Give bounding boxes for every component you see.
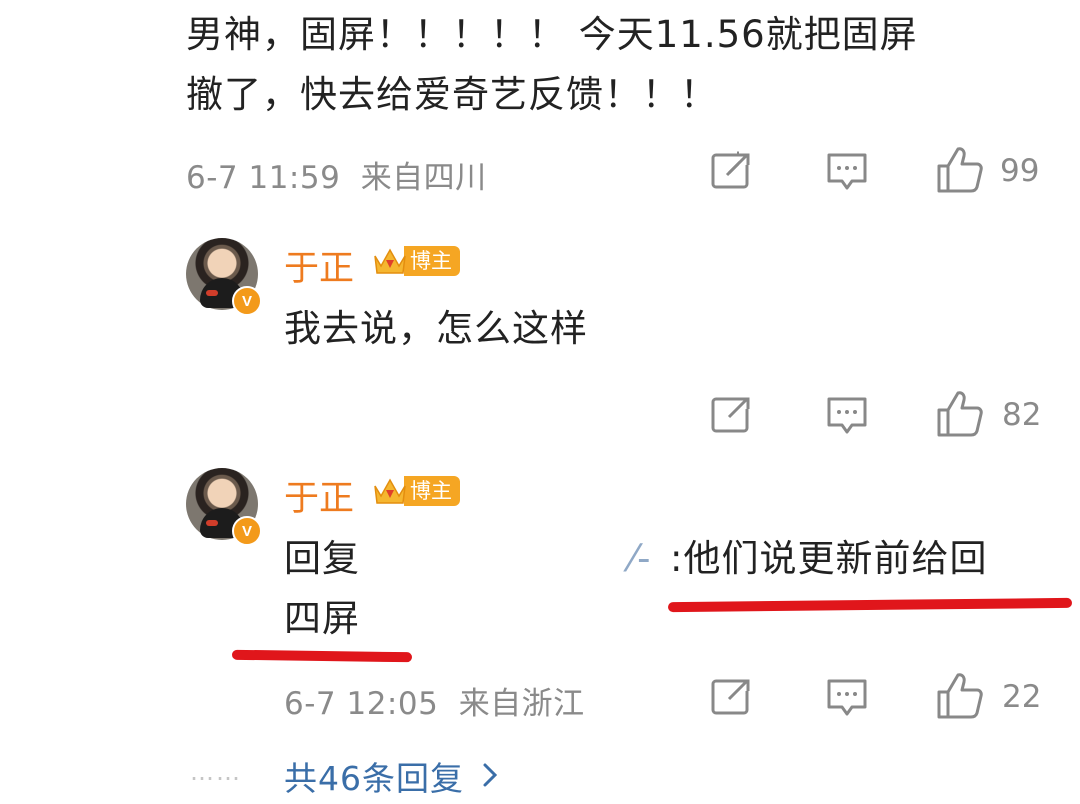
like-count: 22 bbox=[1002, 679, 1042, 715]
chevron-right-icon bbox=[482, 757, 498, 796]
comment-text-line: 男神，固屏！！！！！ 今天11.56就把固屏 bbox=[186, 13, 918, 56]
reply-text-line2: 四屏 bbox=[284, 597, 360, 640]
comment-icon[interactable] bbox=[826, 396, 868, 436]
comment-icon[interactable] bbox=[826, 678, 868, 718]
red-underline bbox=[231, 649, 413, 663]
share-icon[interactable] bbox=[711, 395, 753, 435]
like-icon[interactable] bbox=[936, 390, 984, 438]
blogger-badge-label: 博主 bbox=[404, 246, 460, 276]
blogger-badge: 博主 bbox=[372, 474, 460, 508]
author-name[interactable]: 于正 bbox=[284, 470, 354, 521]
comment-text-line: 撤了，快去给爱奇艺反馈！！！ bbox=[186, 73, 718, 116]
comment-meta: 6-7 12:05 来自浙江 bbox=[284, 678, 585, 723]
avatar[interactable]: V bbox=[186, 468, 262, 546]
reply-text: :他们说更新前给回 bbox=[670, 537, 988, 580]
crown-icon bbox=[372, 246, 408, 276]
like-icon[interactable] bbox=[936, 672, 984, 720]
author-name[interactable]: 于正 bbox=[284, 240, 354, 291]
comment-text: 我去说，怎么这样 bbox=[284, 307, 588, 350]
comment-time: 6-7 11:59 bbox=[186, 160, 341, 196]
share-icon[interactable] bbox=[711, 677, 753, 717]
crown-icon bbox=[372, 476, 408, 506]
share-icon[interactable] bbox=[711, 151, 753, 191]
blogger-badge-label: 博主 bbox=[404, 476, 460, 506]
comment-location: 来自浙江 bbox=[458, 686, 585, 722]
red-underline bbox=[667, 597, 1073, 613]
like-count: 99 bbox=[1000, 153, 1040, 189]
verified-badge: V bbox=[232, 516, 262, 546]
comment-location: 来自四川 bbox=[360, 160, 487, 196]
avatar[interactable]: V bbox=[186, 238, 262, 316]
view-more-replies-link[interactable]: 共46条回复 bbox=[284, 752, 498, 800]
comment-time: 6-7 12:05 bbox=[284, 686, 439, 722]
like-count: 82 bbox=[1002, 397, 1042, 433]
blogger-badge: 博主 bbox=[372, 244, 460, 278]
comment-icon[interactable] bbox=[826, 152, 868, 192]
more-replies-label: 共46条回复 bbox=[284, 759, 464, 798]
comment-meta: 6-7 11:59 来自四川 bbox=[186, 152, 487, 197]
reply-prefix: 回复 bbox=[284, 537, 360, 580]
verified-badge: V bbox=[232, 286, 262, 316]
reply-username-fragment[interactable]: ⁄- bbox=[630, 530, 652, 588]
more-dots: …… bbox=[190, 758, 242, 786]
like-icon[interactable] bbox=[936, 146, 984, 194]
